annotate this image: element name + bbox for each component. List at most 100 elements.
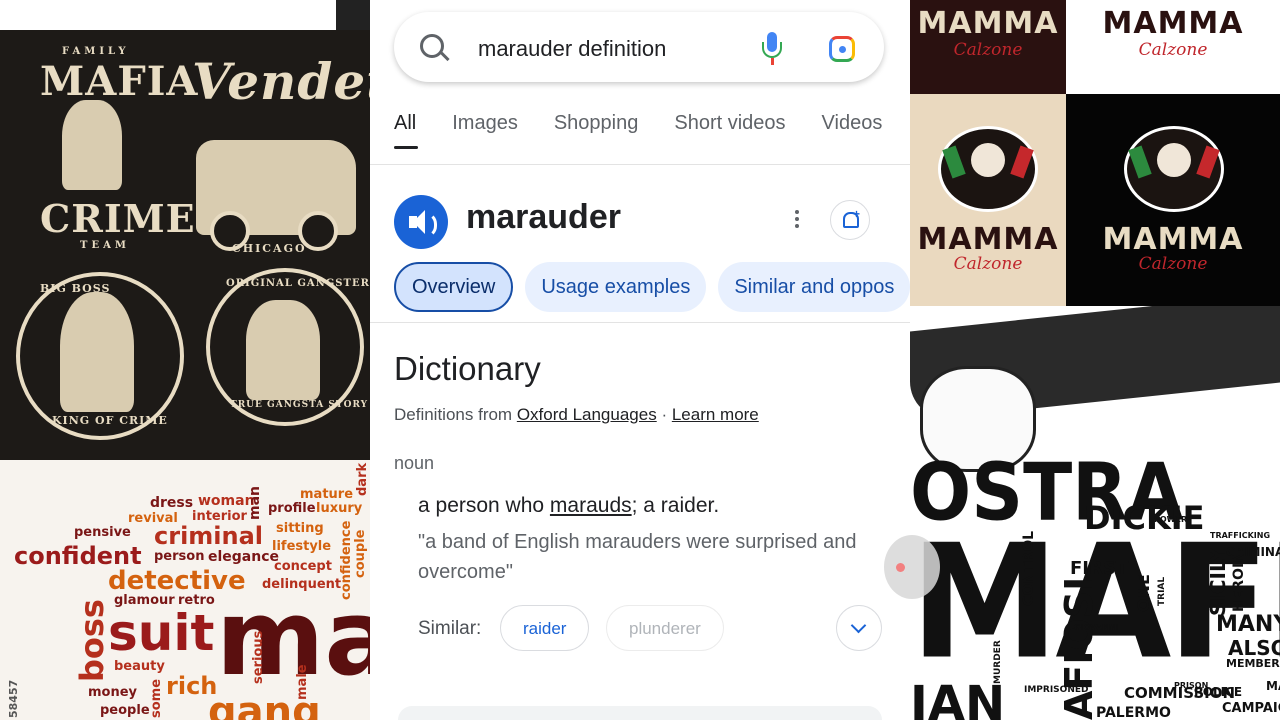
wordcloud-word: ma <box>216 577 370 699</box>
wordcloud-word: criminal <box>154 522 264 550</box>
search-bar[interactable]: marauder definition <box>394 12 884 82</box>
logo-tile: MAMMA Calzone <box>910 94 1066 306</box>
similar-label: Similar: <box>418 618 482 639</box>
chef-face <box>1157 143 1191 177</box>
wordart-word: GIOVANNI <box>1074 623 1119 632</box>
vintage-car-illustration <box>196 140 356 251</box>
wordcloud-word: dress <box>150 495 194 511</box>
tab-shopping[interactable]: Shopping <box>554 112 639 152</box>
wordart-word: PRISON <box>1174 681 1209 690</box>
tab-all[interactable]: All <box>394 112 419 152</box>
camera-lens-icon[interactable] <box>829 36 855 62</box>
chevron-down-icon <box>850 617 867 634</box>
flag-green <box>942 145 966 179</box>
source-prefix: Definitions from <box>394 405 517 424</box>
logo-crime-text: CRIME <box>40 196 196 241</box>
chef-illustration <box>1124 126 1224 212</box>
wordart-word: ALSO <box>1228 636 1280 660</box>
synonym-chip-raider[interactable]: raider <box>500 605 590 651</box>
logo-original-text: ORIGINAL GANGSTER <box>226 278 370 289</box>
dictionary-source: Definitions from Oxford Languages · Lear… <box>394 405 759 425</box>
logo-mafia-text: MAFIA <box>40 58 199 105</box>
wordart-word: CONTROL <box>1021 530 1037 606</box>
part-of-speech: noun <box>394 453 435 473</box>
brand-subtext: Calzone <box>953 40 1023 60</box>
gorilla-illustration <box>246 300 320 400</box>
logo-king-text: KING OF CRIME <box>52 414 168 427</box>
search-results-page: marauder definition All Images Shopping … <box>370 0 910 720</box>
logo-team-text: TEAM <box>80 240 130 251</box>
skeleton-boss-illustration <box>60 292 134 412</box>
wordart-word: IAN <box>910 676 1006 720</box>
flag-red <box>1010 145 1034 179</box>
oxford-languages-link[interactable]: Oxford Languages <box>517 405 657 424</box>
image-corner <box>336 0 370 30</box>
divider <box>370 164 910 165</box>
definition-text: a person who marauds; a raider. <box>418 494 719 518</box>
wordcloud-word: serious <box>251 630 266 684</box>
chip-overview[interactable]: Overview <box>394 262 514 312</box>
logo-tile: MAMMA Calzone <box>1066 0 1280 94</box>
pinup-illustration <box>62 100 122 190</box>
mic-arc <box>762 42 782 58</box>
flag-red <box>1196 145 1220 179</box>
tab-short-videos[interactable]: Short videos <box>674 112 785 152</box>
logo-chicago-text: CHICAGO <box>232 242 307 255</box>
tab-videos[interactable]: Videos <box>822 112 883 152</box>
definition-suffix: ; a raider. <box>631 494 720 517</box>
tab-images[interactable]: Images <box>452 112 518 152</box>
microphone-icon[interactable] <box>762 32 782 66</box>
image-top-gap <box>0 0 370 30</box>
brand-text: MAMMA <box>1102 6 1244 41</box>
brand-text: MAMMA <box>1102 222 1244 257</box>
wordcloud-word: person <box>154 549 205 564</box>
wordart-word: HEROIN <box>1231 551 1247 612</box>
word-alert-button[interactable]: + <box>830 200 870 240</box>
mic-stem <box>771 58 774 65</box>
flag-green <box>1128 145 1152 179</box>
next-result-card[interactable] <box>398 706 882 720</box>
brand-subtext: Calzone <box>1138 40 1208 60</box>
headword: marauder <box>466 198 621 236</box>
wordart-word: SICILY <box>1206 547 1230 616</box>
logo-tile: MAMMA Calzone <box>1066 94 1280 306</box>
wordart-word: PALERMO <box>1096 705 1171 720</box>
mafia-logos-image: FAMILY MAFIA CRIME TEAM Vendetta CHICAGO… <box>0 0 370 460</box>
logo-family-text: FAMILY <box>62 46 130 57</box>
wordart-word: TRAFFICKING <box>1210 531 1271 540</box>
sound-wave <box>424 212 437 238</box>
brand-text: MAMMA <box>917 6 1059 41</box>
marauds-link[interactable]: marauds <box>550 494 632 517</box>
synonym-chip-plunderer[interactable]: plunderer <box>606 605 724 651</box>
more-options-icon[interactable] <box>795 210 799 228</box>
wordcloud-word: luxury <box>316 501 363 516</box>
logo-vendetta-text: Vendetta <box>192 52 370 111</box>
chip-similar-opposite[interactable]: Similar and oppos <box>718 262 910 312</box>
logo-big-boss-text: BIG BOSS <box>40 282 111 295</box>
learn-more-link[interactable]: Learn more <box>672 405 759 424</box>
wordcloud-word: confident <box>14 542 142 570</box>
wordcloud-word: sitting <box>276 521 324 536</box>
screen-record-button[interactable] <box>884 535 940 599</box>
wordcloud-word: lifestyle <box>272 539 332 554</box>
wordart-word: MANY <box>1216 612 1280 637</box>
search-input[interactable]: marauder definition <box>478 36 666 62</box>
wordcloud-word: dark <box>355 462 370 496</box>
search-icon[interactable] <box>420 34 444 58</box>
wordcloud-image: dress woman man mature dark revival inte… <box>0 460 370 720</box>
entry-chips: Overview Usage examples Similar and oppo… <box>394 262 910 312</box>
pronunciation-speaker-button[interactable] <box>394 195 448 249</box>
wordcloud-word: beauty <box>114 659 165 674</box>
expand-button[interactable] <box>836 605 882 651</box>
wordcloud-word: suit <box>108 604 215 662</box>
wordart-word: MURDER <box>993 640 1003 684</box>
wordcloud-word: mature <box>300 487 354 502</box>
wordart-word: ONE <box>1134 574 1153 612</box>
brand-subtext: Calzone <box>953 254 1023 274</box>
logo-tile: MAMMA Calzone <box>910 0 1066 94</box>
chip-usage-examples[interactable]: Usage examples <box>525 262 707 312</box>
divider <box>370 322 910 323</box>
brand-text: MAMMA <box>917 222 1059 257</box>
usage-example: "a band of English marauders were surpri… <box>418 531 857 583</box>
logo-true-text: TRUE GANGSTA STORY <box>230 400 369 410</box>
